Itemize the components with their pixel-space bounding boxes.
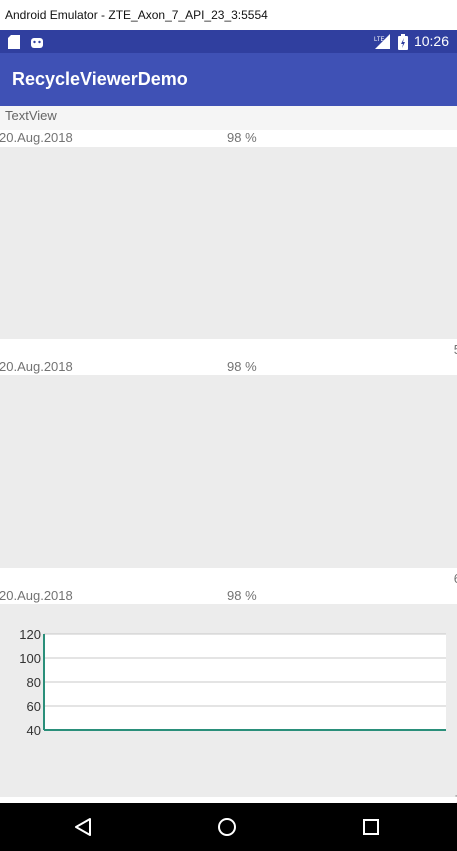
status-clock: 10:26 [413, 33, 449, 49]
item-percent: 98 % [227, 130, 257, 145]
item-date: 20.Aug.2018 [0, 588, 73, 603]
y-tick-label: 120 [19, 627, 41, 642]
y-tick-label: 60 [27, 699, 41, 714]
item-date: 20.Aug.2018 [0, 359, 73, 374]
y-tick-label: 100 [19, 651, 41, 666]
android-icon [31, 38, 43, 48]
y-tick-label: 80 [27, 675, 41, 690]
item-date: 20.Aug.2018 [0, 130, 73, 145]
app-title: RecycleViewerDemo [12, 69, 188, 89]
back-icon[interactable] [74, 818, 92, 836]
list-item-row-1[interactable]: 20.Aug.2018 98 % [0, 130, 457, 147]
signal-icon: LTE [374, 34, 390, 49]
item-percent: 98 % [227, 588, 257, 603]
sd-card-icon [8, 35, 20, 49]
home-icon[interactable] [217, 817, 237, 837]
recents-icon[interactable] [362, 818, 380, 836]
y-tick-label: 40 [27, 723, 41, 738]
list-item-row-2[interactable]: 5 20.Aug.2018 98 % [0, 339, 457, 375]
app-bar: RecycleViewerDemo [0, 53, 457, 106]
list-item-row-3[interactable]: 6 20.Aug.2018 98 % [0, 568, 457, 604]
line-chart: 120 100 80 60 40 [19, 627, 446, 738]
svg-text:LTE: LTE [374, 37, 385, 43]
chart-panel-3: 120 100 80 60 40 [0, 604, 457, 797]
header-strip: TextView [0, 106, 457, 130]
window-title: Android Emulator - ZTE_Axon_7_API_23_3:5… [0, 0, 457, 30]
status-bar: LTE 10:26 [0, 30, 457, 53]
chart-panel-2 [0, 375, 457, 568]
battery-icon [398, 34, 408, 50]
header-textview: TextView [5, 108, 57, 123]
chart-panel-1 [0, 147, 457, 339]
recycler-list[interactable]: 20.Aug.2018 98 % 5 20.Aug.2018 98 % 6 20… [0, 130, 457, 803]
navigation-bar [0, 803, 457, 851]
item-percent: 98 % [227, 359, 257, 374]
